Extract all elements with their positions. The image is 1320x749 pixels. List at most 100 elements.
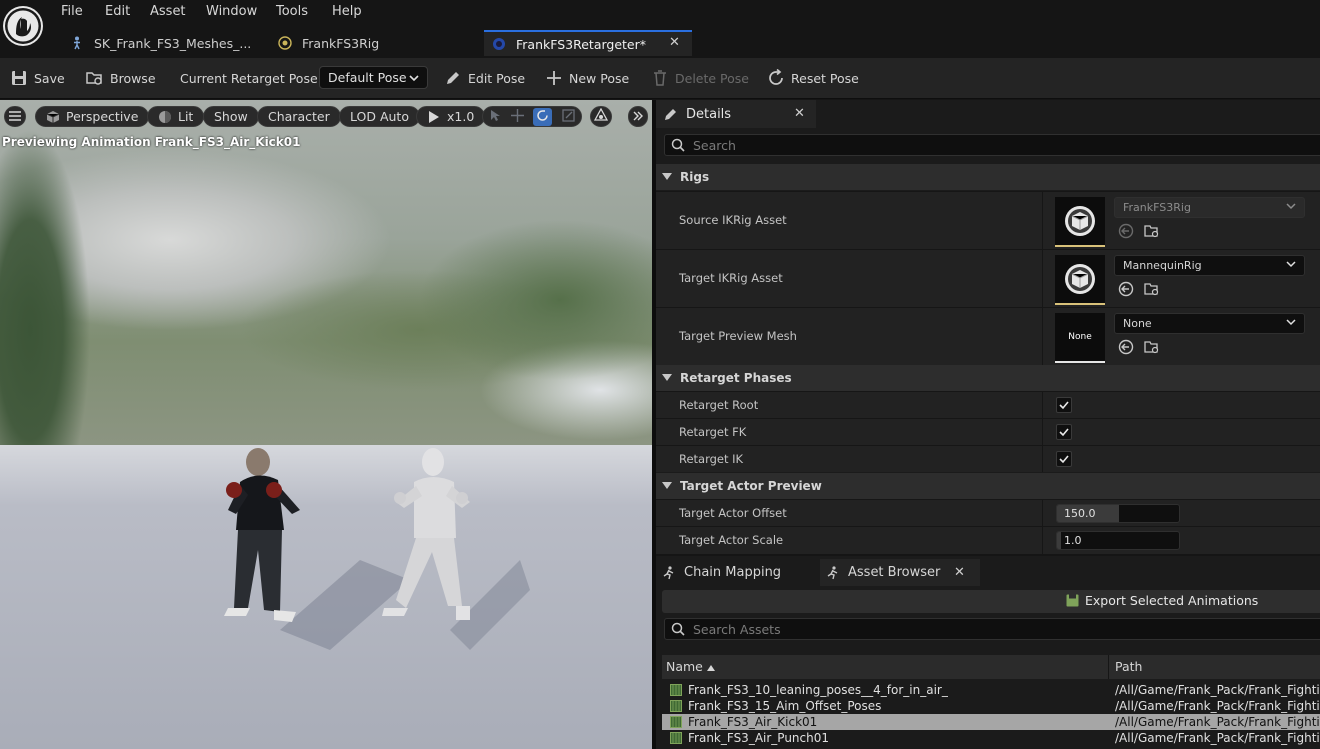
target-actor-scale-input[interactable]: 1.0 <box>1056 531 1180 550</box>
browse-button[interactable]: Browse <box>86 68 156 88</box>
coordinate-space-button[interactable] <box>590 106 612 127</box>
asset-search-input[interactable]: Search Assets <box>664 618 1320 640</box>
scale-icon[interactable] <box>562 108 575 125</box>
reset-pose-button[interactable]: Reset Pose <box>767 68 859 88</box>
asset-row[interactable]: Frank_FS3_15_Aim_Offset_Poses /All/Game/… <box>662 698 1320 714</box>
save-button[interactable]: Save <box>10 68 65 88</box>
asset-row-selected[interactable]: Frank_FS3_Air_Kick01 /All/Game/Frank_Pac… <box>662 714 1320 730</box>
move-arrows-icon[interactable] <box>510 108 524 125</box>
perspective-button[interactable]: Perspective <box>35 106 150 127</box>
target-ikrig-dropdown[interactable]: MannequinRig <box>1114 255 1305 276</box>
use-selected-arrow-icon[interactable] <box>1118 339 1134 355</box>
preview-caption: Previewing Animation Frank_FS3_Air_Kick0… <box>2 135 301 149</box>
preview-mesh-thumbnail[interactable]: None <box>1055 313 1105 363</box>
character-shadow <box>280 560 410 650</box>
browse-asset-icon[interactable] <box>1144 281 1160 297</box>
section-rigs[interactable]: Rigs <box>656 164 1320 190</box>
show-button[interactable]: Show <box>203 106 259 127</box>
menu-asset[interactable]: Asset <box>150 4 186 20</box>
column-header-path[interactable]: Path <box>1115 659 1142 674</box>
running-figure-icon <box>662 565 676 580</box>
close-tab-icon[interactable]: ✕ <box>794 106 805 121</box>
pencil-icon <box>664 107 678 121</box>
current-pose-label: Current Retarget Pose: <box>180 70 322 86</box>
menu-edit[interactable]: Edit <box>105 4 130 20</box>
menu-file[interactable]: File <box>61 4 83 20</box>
delete-pose-button[interactable]: Delete Pose <box>651 68 749 88</box>
asset-list-header: Name Path <box>662 655 1320 679</box>
lit-mode-button[interactable]: Lit <box>147 106 205 127</box>
more-options-button[interactable] <box>628 106 648 127</box>
details-panel: Details ✕ Search Rigs Source IKRig Asset… <box>656 100 1320 554</box>
asset-row[interactable]: Frank_FS3_Air_Punch01 /All/Game/Frank_Pa… <box>662 730 1320 746</box>
preview-mesh-dropdown[interactable]: None <box>1114 313 1305 334</box>
chevron-down-icon <box>409 71 419 86</box>
edit-pose-button[interactable]: Edit Pose <box>444 68 525 88</box>
plus-icon <box>545 69 563 87</box>
tab-chain-mapping[interactable]: Chain Mapping <box>656 559 816 586</box>
save-icon <box>1066 594 1079 607</box>
source-character-frank <box>224 448 300 622</box>
close-tab-icon[interactable]: ✕ <box>954 565 965 580</box>
tab-skeletal-mesh[interactable]: SK_Frank_FS3_Meshes_... <box>62 30 270 56</box>
lod-button[interactable]: LOD Auto <box>339 106 420 127</box>
target-rig-thumbnail[interactable] <box>1055 255 1105 305</box>
hamburger-menu-icon <box>9 109 21 124</box>
target-actor-offset-input[interactable]: 150.0 <box>1056 504 1180 523</box>
retarget-pose-dropdown[interactable]: Default Pose <box>319 66 428 89</box>
source-ikrig-dropdown[interactable]: FrankFS3Rig <box>1114 197 1305 218</box>
save-icon <box>10 69 28 87</box>
sort-ascending-icon[interactable] <box>707 659 715 674</box>
rotate-icon[interactable] <box>533 107 553 126</box>
menu-window[interactable]: Window <box>206 4 257 20</box>
environment-background <box>0 100 652 445</box>
menu-tools[interactable]: Tools <box>276 4 308 20</box>
retarget-ik-checkbox[interactable] <box>1056 451 1072 467</box>
character-button[interactable]: Character <box>257 106 341 127</box>
retarget-fk-checkbox[interactable] <box>1056 424 1072 440</box>
chevron-down-icon <box>1286 259 1296 272</box>
animation-asset-icon <box>670 716 682 728</box>
use-selected-arrow-icon[interactable] <box>1118 223 1134 239</box>
details-search-input[interactable]: Search <box>664 134 1320 156</box>
animation-asset-icon <box>670 732 682 744</box>
title-bar: File Edit Asset Window Tools Help SK_Fra… <box>0 0 1320 58</box>
tab-label: FrankFS3Rig <box>302 35 380 51</box>
row-source-ikrig: Source IKRig Asset FrankFS3Rig <box>656 191 1320 249</box>
double-chevron-right-icon <box>633 109 643 124</box>
tab-label: SK_Frank_FS3_Meshes_... <box>94 35 252 51</box>
tab-details[interactable]: Details ✕ <box>656 100 816 128</box>
chevron-down-icon <box>1286 201 1296 214</box>
reset-arrow-icon <box>767 69 785 87</box>
browse-asset-icon[interactable] <box>1144 223 1160 239</box>
playback-speed-button[interactable]: x1.0 <box>416 106 486 127</box>
select-cursor-icon[interactable] <box>489 109 501 125</box>
character-shadow <box>450 560 530 650</box>
browse-folder-icon <box>86 69 104 87</box>
row-target-ikrig: Target IKRig Asset MannequinRig <box>656 249 1320 307</box>
browse-asset-icon[interactable] <box>1144 339 1160 355</box>
column-header-name[interactable]: Name <box>666 659 703 674</box>
retarget-root-checkbox[interactable] <box>1056 397 1072 413</box>
viewport-options-button[interactable] <box>4 106 26 127</box>
tab-retargeter[interactable]: FrankFS3Retargeter* ✕ <box>484 30 692 56</box>
running-figure-icon <box>826 565 840 580</box>
tab-ikrig[interactable]: FrankFS3Rig <box>270 30 482 56</box>
asset-row[interactable]: Frank_FS3_10_leaning_poses__4_for_in_air… <box>662 682 1320 698</box>
checkmark-icon <box>1059 401 1069 410</box>
section-retarget-phases[interactable]: Retarget Phases <box>656 365 1320 391</box>
close-tab-icon[interactable]: ✕ <box>669 35 680 50</box>
new-pose-button[interactable]: New Pose <box>545 68 629 88</box>
row-target-preview-mesh: Target Preview Mesh None None <box>656 307 1320 365</box>
tab-asset-browser[interactable]: Asset Browser ✕ <box>820 559 980 586</box>
target-character-mannequin <box>382 448 470 620</box>
preview-viewport[interactable]: Perspective Lit Show Character LOD Auto … <box>0 100 652 749</box>
collapse-arrow-icon <box>662 374 672 382</box>
unreal-logo-icon[interactable] <box>3 6 43 46</box>
export-bar: Export Selected Animations <box>662 590 1320 613</box>
export-selected-animations-button[interactable]: Export Selected Animations <box>1066 593 1258 608</box>
source-rig-thumbnail[interactable] <box>1055 197 1105 247</box>
use-selected-arrow-icon[interactable] <box>1118 281 1134 297</box>
section-target-actor-preview[interactable]: Target Actor Preview <box>656 473 1320 499</box>
menu-help[interactable]: Help <box>332 4 362 20</box>
